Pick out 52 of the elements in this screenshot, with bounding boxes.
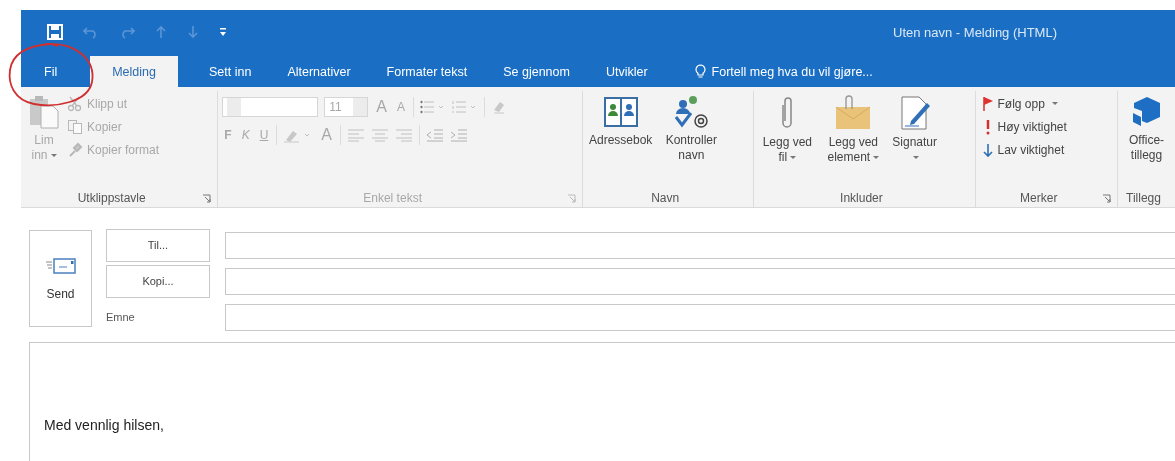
signature-text: Med vennlig hilsen, [44,417,164,433]
low-importance-button[interactable]: Lav viktighet [979,139,1069,160]
up-arrow-icon[interactable] [155,25,167,39]
down-arrow-icon [981,141,994,158]
ribbon-tab[interactable]: Formater tekst [369,56,485,87]
flag-icon [981,95,994,112]
dialog-launcher-icon[interactable] [1102,193,1111,203]
group-label: Merker [1019,191,1059,205]
ribbon-tab[interactable]: Se gjennom [486,56,587,87]
group-label: Enkel tekst [362,191,423,205]
ribbon-tab[interactable]: Sett inn [192,56,269,87]
cc-field[interactable] [225,267,1175,295]
subject-label: Emne [106,311,136,323]
group-label: Tillegg [1125,191,1162,205]
customize-icon[interactable] [219,27,227,37]
window-title: Uten navn - Melding (HTML) [893,24,1057,40]
to-button[interactable]: Til... [106,228,210,262]
document-pen-icon [898,95,931,131]
group-label: Inkluder [839,191,884,205]
to-field[interactable] [225,231,1175,259]
scissors-icon [67,95,83,112]
tell-me-field[interactable]: Fortell meg hva du vil gjøre... [666,56,883,87]
cc-button[interactable]: Kopi... [106,264,210,298]
follow-up-button[interactable]: Følg opp [979,93,1069,114]
high-importance-button[interactable]: Høy viktighet [979,116,1069,137]
address-book-icon [602,95,639,129]
subject-field[interactable] [225,303,1175,331]
clipboard-icon [28,95,60,129]
signature-button[interactable]: Signatur [890,93,940,167]
ribbon-tab[interactable]: Alternativer [270,56,368,87]
copy-icon [67,118,83,135]
lightbulb-icon [694,64,706,79]
group-label: Navn [650,191,681,205]
address-book-button[interactable]: Adressebok [586,93,655,150]
attach-file-button[interactable]: Legg ved fil [758,93,817,167]
paintbrush-icon [67,141,83,158]
envelope-icon [44,256,77,275]
attach-item-button[interactable]: Legg ved element [818,93,889,167]
check-names-button[interactable]: Kontroller navn [656,93,727,165]
office-addins-button[interactable]: Office-tillegg [1122,93,1171,165]
undo-icon[interactable] [83,25,99,39]
redo-icon[interactable] [119,25,135,39]
ribbon-tab[interactable]: Fil [27,56,75,87]
dialog-launcher-icon[interactable] [202,193,212,203]
ribbon-tab[interactable]: Melding [90,56,178,87]
message-body-field[interactable]: Med vennlig hilsen, [29,342,1175,461]
send-button[interactable]: Send [29,230,92,327]
ribbon-tab[interactable]: Utvikler [588,56,665,87]
envelope-paperclip-icon [834,95,873,131]
save-icon[interactable] [47,24,63,40]
down-arrow-icon[interactable] [187,25,199,39]
group-label: Utklippstavle [76,191,147,205]
